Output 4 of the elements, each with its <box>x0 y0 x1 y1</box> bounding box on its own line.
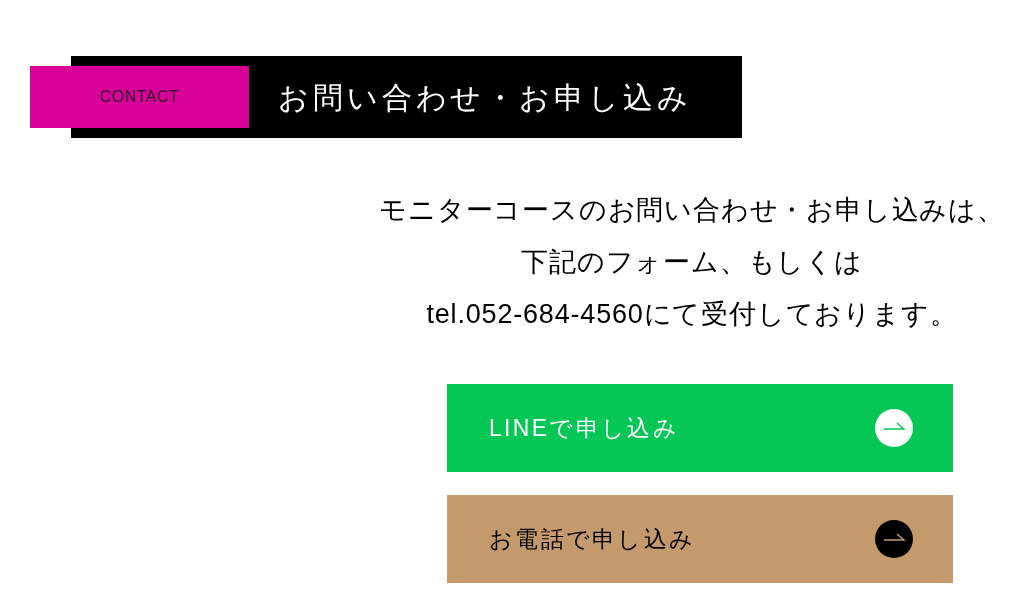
label-text: CONTACT <box>99 87 180 107</box>
heading-title: お問い合わせ・お申し込み <box>278 79 692 116</box>
intro-text: モニターコースのお問い合わせ・お申し込みは、 下記のフォーム、もしくは tel.052-684-4560にて受付しております。 <box>378 194 1006 331</box>
apply-button[interactable]: お電話で申し込み <box>447 495 953 583</box>
